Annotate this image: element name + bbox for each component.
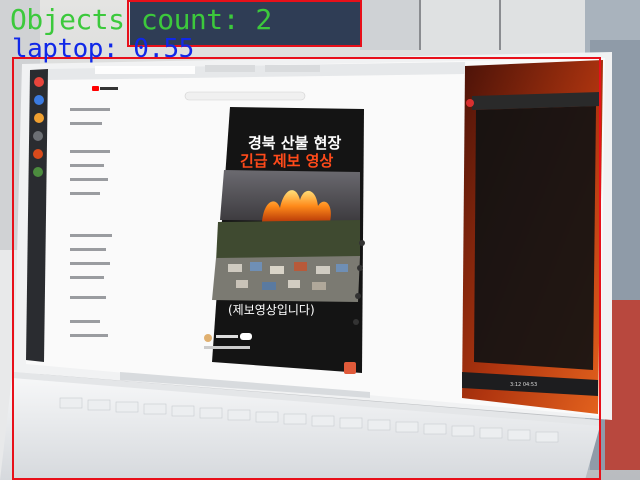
laptop-confidence-label: laptop: 0.55 — [12, 34, 194, 64]
camera-frame: 3:12 04:53 경북 산불 현장 긴급 제보 영상 (제보영상입니다) O… — [0, 0, 640, 480]
objects-count-label: Objects count: 2 — [10, 3, 272, 36]
detection-box-laptop — [12, 57, 601, 480]
